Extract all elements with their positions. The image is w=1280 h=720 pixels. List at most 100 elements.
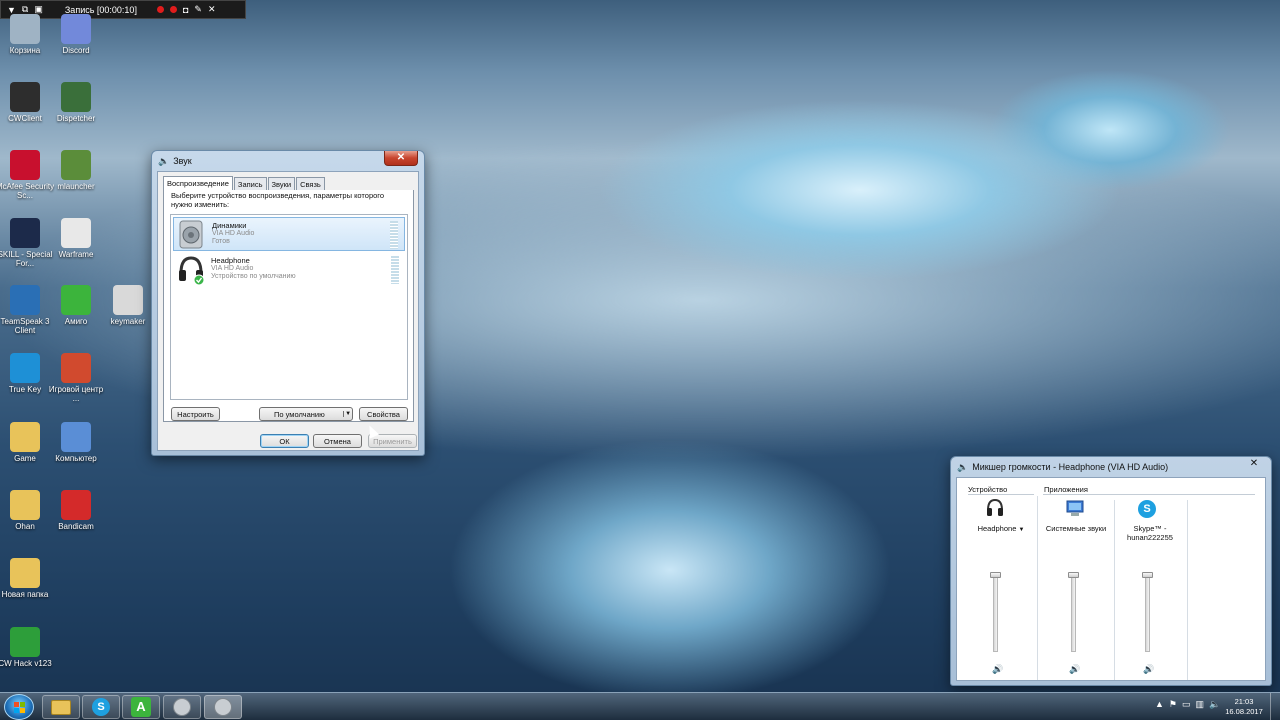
desktop-icon-label: Warframe — [58, 250, 94, 259]
volume-slider-thumb[interactable] — [1068, 572, 1079, 578]
show-desktop-button[interactable] — [1270, 693, 1280, 720]
volume-icon[interactable]: 🔈 — [1209, 699, 1220, 710]
volume-slider-track[interactable] — [1145, 574, 1150, 652]
taskbar-sound-button[interactable] — [204, 695, 242, 719]
level-meter — [391, 256, 399, 284]
explorer-icon — [51, 699, 71, 715]
system-sounds-icon — [1065, 500, 1085, 521]
taskbar-explorer-button[interactable] — [42, 695, 80, 719]
monitor-icon[interactable]: ▭ — [1182, 699, 1191, 710]
folder-icon — [10, 422, 40, 452]
skype-icon: S — [1138, 500, 1156, 518]
truekey-icon — [10, 353, 40, 383]
keymaker-icon — [113, 285, 143, 315]
pause-icon[interactable] — [169, 6, 177, 13]
cancel-button[interactable]: Отмена — [313, 434, 362, 448]
mixer-client: Устройство Приложения Headphone ▼ 🔊 Сист… — [956, 477, 1266, 681]
configure-button[interactable]: Настроить — [171, 407, 220, 421]
mixer-icon: 🔈 — [957, 461, 969, 472]
stop-record-icon[interactable] — [156, 6, 164, 13]
recycle-bin-icon — [10, 14, 40, 44]
folder-icon — [10, 490, 40, 520]
desktop-icon-label: Игровой центр ... — [48, 385, 104, 403]
device-header-line — [968, 494, 1034, 495]
desktop-icon[interactable]: Компьютер — [45, 422, 107, 463]
pencil-icon[interactable]: ✎ — [194, 4, 202, 15]
device-speakers[interactable]: Динамики VIA HD Audio Готов — [173, 217, 405, 251]
level-meter — [390, 221, 398, 249]
speaker-icon: 🔈 — [158, 155, 170, 166]
volume-slider-track[interactable] — [1071, 574, 1076, 652]
discord-icon — [61, 14, 91, 44]
device-header: Устройство — [968, 485, 1008, 494]
device-list: Динамики VIA HD Audio Готов Headphone VI… — [170, 214, 408, 400]
close-button[interactable]: ✕ — [1247, 458, 1261, 471]
sound-icon — [214, 698, 232, 716]
device-driver: VIA HD Audio — [211, 265, 254, 272]
taskbar-sound-button[interactable] — [163, 695, 201, 719]
sound-client: Воспроизведение Запись Звуки Связь Выбер… — [157, 171, 419, 451]
clock[interactable]: 21:03 16.08.2017 — [1222, 697, 1266, 717]
device-status: Устройство по умолчанию — [211, 273, 296, 280]
desktop-icon[interactable]: Discord — [45, 14, 107, 55]
desktop-icon[interactable]: keymaker — [97, 285, 159, 326]
desktop-icon-label: mlauncher — [57, 182, 95, 191]
device-driver: VIA HD Audio — [212, 230, 255, 237]
sf-icon — [10, 218, 40, 248]
apply-button[interactable]: Применить — [368, 434, 417, 448]
set-default-button[interactable]: По умолчанию ▼ — [259, 407, 353, 421]
desktop-icon[interactable]: Игровой центр ... — [45, 353, 107, 403]
amigo-icon: A — [131, 697, 151, 717]
volume-slider-thumb[interactable] — [1142, 572, 1153, 578]
desktop-icon-label: Dispetcher — [56, 114, 96, 123]
menu-dropdown-icon[interactable]: ▼ — [7, 5, 16, 15]
taskbar-amigo-button[interactable]: A — [122, 695, 160, 719]
mute-speaker-icon[interactable]: 🔊 — [1069, 664, 1080, 675]
chevron-down-icon[interactable]: ▼ — [343, 411, 352, 417]
channel-label: Skype™ - hunan222255 — [1127, 524, 1173, 542]
device-name: Динамики — [212, 221, 247, 230]
screenshot-icon[interactable]: ◘ — [183, 5, 188, 15]
ok-button[interactable]: ОК — [260, 434, 309, 448]
desktop-icon-label: Компьютер — [55, 454, 97, 463]
warframe-icon — [61, 218, 91, 248]
game-center-icon — [61, 353, 91, 383]
bandicam-icon — [61, 490, 91, 520]
desktop-icon[interactable]: mlauncher — [45, 150, 107, 191]
network-icon[interactable]: ▥ — [1196, 699, 1205, 710]
desktop-icon[interactable]: Bandicam — [45, 490, 107, 531]
desktop-icon-label: Discord — [62, 46, 90, 55]
flag-icon[interactable]: ⚑ — [1169, 699, 1177, 710]
windows-logo-icon — [14, 702, 25, 713]
sound-window: 🔈 Звук ✕ Воспроизведение Запись Звуки Св… — [151, 150, 425, 456]
window-title: Микшер громкости - Headphone (VIA HD Aud… — [972, 462, 1169, 472]
device-headphone[interactable]: Headphone VIA HD Audio Устройство по умо… — [173, 253, 405, 287]
window-title: Звук — [173, 156, 192, 166]
desktop-icon-label: Новая папка — [1, 590, 49, 599]
clock-time: 21:03 — [1234, 697, 1254, 706]
mute-speaker-icon[interactable]: 🔊 — [992, 664, 1003, 675]
desktop-icon[interactable]: Warframe — [45, 218, 107, 259]
taskbar-skype-button[interactable]: S — [82, 695, 120, 719]
channel-device-select[interactable]: Headphone ▼ — [971, 524, 1031, 533]
desktop-icon[interactable]: Dispetcher — [45, 82, 107, 123]
volume-slider-track[interactable] — [993, 574, 998, 652]
desktop-icon[interactable]: CW Hack v123 — [0, 627, 56, 668]
minecraft-icon — [61, 150, 91, 180]
tab-playback[interactable]: Воспроизведение — [163, 176, 233, 191]
mute-speaker-icon[interactable]: 🔊 — [1143, 664, 1154, 675]
column-divider — [1037, 496, 1038, 680]
close-icon[interactable]: ✕ — [208, 4, 216, 15]
desktop-icon[interactable]: Новая папка — [0, 558, 56, 599]
volume-slider-thumb[interactable] — [990, 572, 1001, 578]
tray-expand-icon[interactable]: ▲ — [1155, 699, 1164, 710]
close-button[interactable]: ✕ — [384, 151, 418, 166]
channel-label: Системные звуки — [1045, 524, 1107, 533]
desktop-icon-label: keymaker — [110, 317, 146, 326]
desktop-icon-label: CW Hack v123 — [0, 659, 52, 668]
properties-button[interactable]: Свойства — [359, 407, 408, 421]
start-button[interactable] — [4, 694, 34, 720]
folder-icon — [10, 558, 40, 588]
tray-area: ▲ ⚑ ▭ ▥ 🔈 — [1155, 699, 1220, 710]
clock-date: 16.08.2017 — [1225, 707, 1263, 716]
